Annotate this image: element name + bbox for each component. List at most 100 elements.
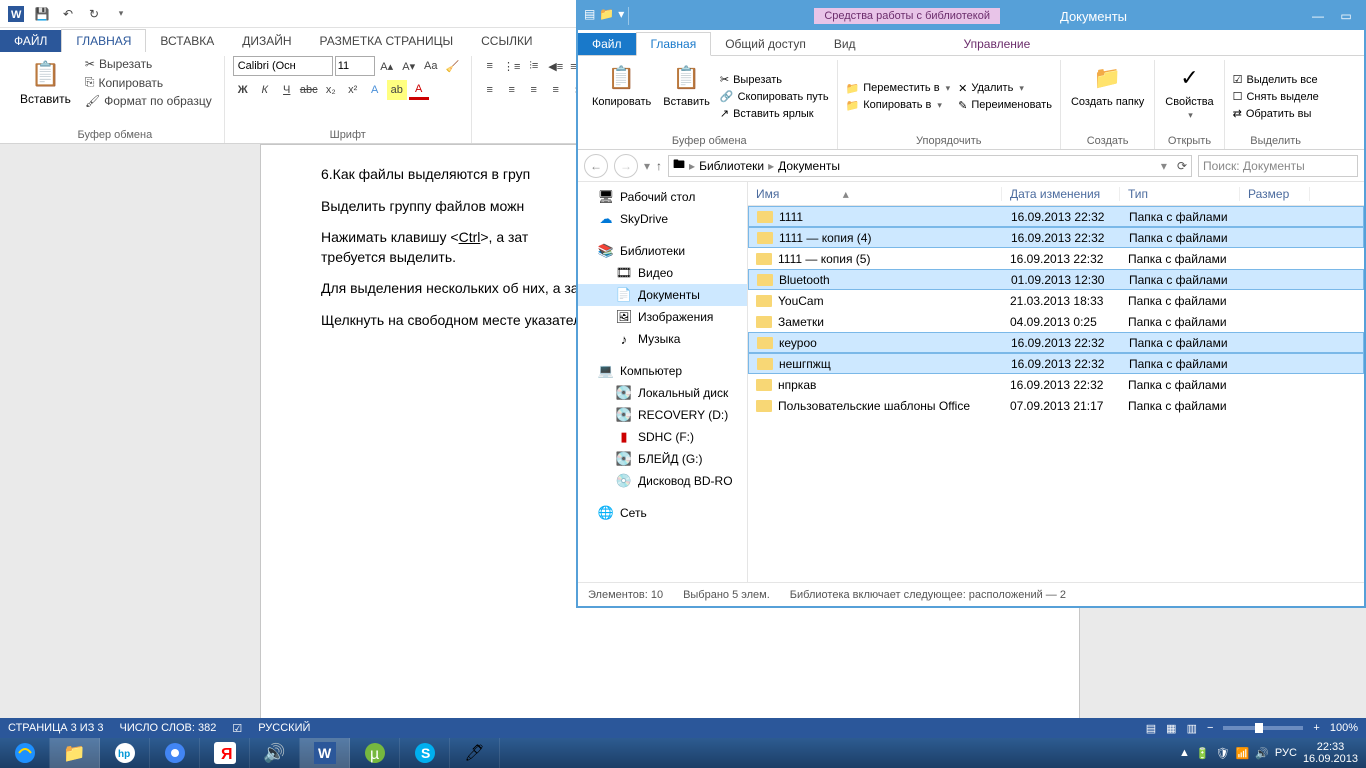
file-row[interactable]: кеуроо16.09.2013 22:32Папка с файлами (748, 332, 1364, 353)
grow-font-button[interactable]: A▴ (377, 56, 397, 76)
task-chrome[interactable] (150, 738, 200, 768)
copy-button[interactable]: ⎘Копировать (81, 74, 216, 91)
tab-layout[interactable]: РАЗМЕТКА СТРАНИЦЫ (306, 30, 468, 52)
superscript-button[interactable]: x² (343, 80, 363, 100)
library-tools-tab[interactable]: Средства работы с библиотекой (814, 8, 1000, 24)
file-rows[interactable]: 111116.09.2013 22:32Папка с файлами1111 … (748, 206, 1364, 582)
nav-video[interactable]: 🎞Видео (578, 262, 747, 284)
nav-bdrom[interactable]: 💿Дисковод BD-RO (578, 470, 747, 492)
task-hp[interactable]: hp (100, 738, 150, 768)
multilevel-button[interactable]: ⫶≡ (524, 56, 544, 76)
breadcrumb-libraries[interactable]: Библиотеки (699, 159, 764, 173)
breadcrumb-dropdown[interactable]: ▾ (1161, 159, 1167, 173)
proofing-icon[interactable]: ☑ (232, 722, 242, 735)
tab-insert[interactable]: ВСТАВКА (146, 30, 228, 52)
bullets-button[interactable]: ≡ (480, 56, 500, 76)
exp-move-to-button[interactable]: 📁Переместить в (844, 81, 953, 96)
file-row[interactable]: 111116.09.2013 22:32Папка с файлами (748, 206, 1364, 227)
task-skype[interactable]: S (400, 738, 450, 768)
page-indicator[interactable]: СТРАНИЦА 3 ИЗ 3 (8, 722, 104, 734)
read-mode-button[interactable]: ▤ (1146, 722, 1156, 735)
word-app-icon[interactable]: W (4, 2, 28, 26)
bold-button[interactable]: Ж (233, 80, 253, 100)
text-effects-button[interactable]: A (365, 80, 385, 100)
strikethrough-button[interactable]: abc (299, 80, 319, 100)
exp-tab-share[interactable]: Общий доступ (711, 33, 820, 55)
language-indicator[interactable]: РУССКИЙ (258, 722, 310, 734)
tab-references[interactable]: ССЫЛКИ (467, 30, 546, 52)
undo-button[interactable]: ↶ (56, 2, 80, 26)
underline-button[interactable]: Ч (277, 80, 297, 100)
file-row[interactable]: 1111 — копия (4)16.09.2013 22:32Папка с … (748, 227, 1364, 248)
nav-sdhc[interactable]: ▮SDHC (F:) (578, 426, 747, 448)
align-center-button[interactable]: ≡ (502, 80, 522, 100)
nav-recovery[interactable]: 💽RECOVERY (D:) (578, 404, 747, 426)
col-name[interactable]: Имя ▴ (748, 187, 1002, 201)
numbering-button[interactable]: ⋮≡ (502, 56, 522, 76)
explorer-maximize-button[interactable]: ▭ (1334, 9, 1358, 23)
tray-volume-icon[interactable]: 🔊 (1255, 747, 1269, 760)
exp-cut-button[interactable]: ✂Вырезать (718, 72, 831, 87)
file-row[interactable]: Пользовательские шаблоны Office07.09.201… (748, 395, 1364, 416)
align-left-button[interactable]: ≡ (480, 80, 500, 100)
breadcrumb-documents[interactable]: Документы (778, 159, 840, 173)
exp-select-none-button[interactable]: ☐Снять выделе (1231, 89, 1321, 104)
exp-tab-file[interactable]: Файл (578, 33, 636, 55)
forward-button[interactable]: → (614, 154, 638, 178)
format-painter-button[interactable]: 🖌Формат по образцу (81, 93, 216, 109)
col-size[interactable]: Размер (1240, 187, 1310, 201)
file-row[interactable]: Заметки04.09.2013 0:25Папка с файлами (748, 311, 1364, 332)
explorer-titlebar[interactable]: ▤ 📁 ▾ Средства работы с библиотекой Доку… (578, 2, 1364, 30)
nav-documents[interactable]: 📄Документы (578, 284, 747, 306)
clear-formatting-button[interactable]: 🧹 (443, 56, 463, 76)
zoom-level[interactable]: 100% (1330, 722, 1358, 734)
dropdown-icon[interactable]: ▾ (618, 7, 624, 25)
exp-tab-home[interactable]: Главная (636, 32, 712, 56)
nav-desktop[interactable]: 🖥Рабочий стол (578, 186, 747, 208)
tray-network-icon[interactable]: 📶 (1236, 747, 1250, 760)
file-row[interactable]: 1111 — копия (5)16.09.2013 22:32Папка с … (748, 248, 1364, 269)
exp-copy-path-button[interactable]: 🔗Скопировать путь (718, 89, 831, 104)
back-button[interactable]: ← (584, 154, 608, 178)
print-layout-button[interactable]: ▦ (1166, 722, 1176, 735)
exp-copy-to-button[interactable]: 📁Копировать в (844, 98, 953, 113)
cut-button[interactable]: ✂Вырезать (81, 56, 216, 72)
font-name-select[interactable] (233, 56, 333, 76)
change-case-button[interactable]: Aa (421, 56, 441, 76)
nav-local-disk[interactable]: 💽Локальный диск (578, 382, 747, 404)
nav-skydrive[interactable]: ☁SkyDrive (578, 208, 747, 230)
exp-tab-view[interactable]: Вид (820, 33, 870, 55)
subscript-button[interactable]: x₂ (321, 80, 341, 100)
task-ie[interactable] (0, 738, 50, 768)
col-type[interactable]: Тип (1120, 187, 1240, 201)
web-layout-button[interactable]: ▥ (1187, 722, 1197, 735)
exp-tab-manage[interactable]: Управление (950, 33, 1045, 55)
exp-delete-button[interactable]: ✕Удалить (956, 81, 1054, 96)
task-audio[interactable]: 🔊 (250, 738, 300, 768)
nav-music[interactable]: ♪Музыка (578, 328, 747, 350)
exp-new-folder-button[interactable]: 📁Создать папку (1067, 60, 1148, 133)
col-date[interactable]: Дата изменения (1002, 187, 1120, 201)
exp-paste-button[interactable]: 📋Вставить (659, 60, 714, 133)
task-word[interactable]: W (300, 738, 350, 768)
exp-rename-button[interactable]: ✎Переименовать (956, 98, 1054, 113)
task-app[interactable]: 🖊 (450, 738, 500, 768)
tab-file[interactable]: ФАЙЛ (0, 30, 61, 52)
exp-copy-button[interactable]: 📋Копировать (588, 60, 655, 133)
word-count[interactable]: ЧИСЛО СЛОВ: 382 (120, 722, 217, 734)
up-button[interactable]: ↑ (656, 159, 662, 173)
tray-battery-icon[interactable]: 🔋 (1196, 747, 1210, 760)
highlight-button[interactable]: ab (387, 80, 407, 100)
file-row[interactable]: нпркав16.09.2013 22:32Папка с файлами (748, 374, 1364, 395)
paste-button[interactable]: 📋 Вставить (14, 56, 77, 108)
breadcrumb[interactable]: 🖿 ▸ Библиотеки ▸ Документы ▾ ⟳ (668, 155, 1192, 177)
nav-blade[interactable]: 💽БЛЕЙД (G:) (578, 448, 747, 470)
tab-design[interactable]: ДИЗАЙН (228, 30, 305, 52)
tray-expand-button[interactable]: ▲ (1179, 747, 1190, 759)
qat-menu[interactable] (108, 2, 132, 26)
task-yandex[interactable]: Я (200, 738, 250, 768)
explorer-minimize-button[interactable]: — (1306, 9, 1330, 23)
file-row[interactable]: YouCam21.03.2013 18:33Папка с файлами (748, 290, 1364, 311)
font-size-select[interactable] (335, 56, 375, 76)
nav-network[interactable]: 🌐Сеть (578, 502, 747, 524)
